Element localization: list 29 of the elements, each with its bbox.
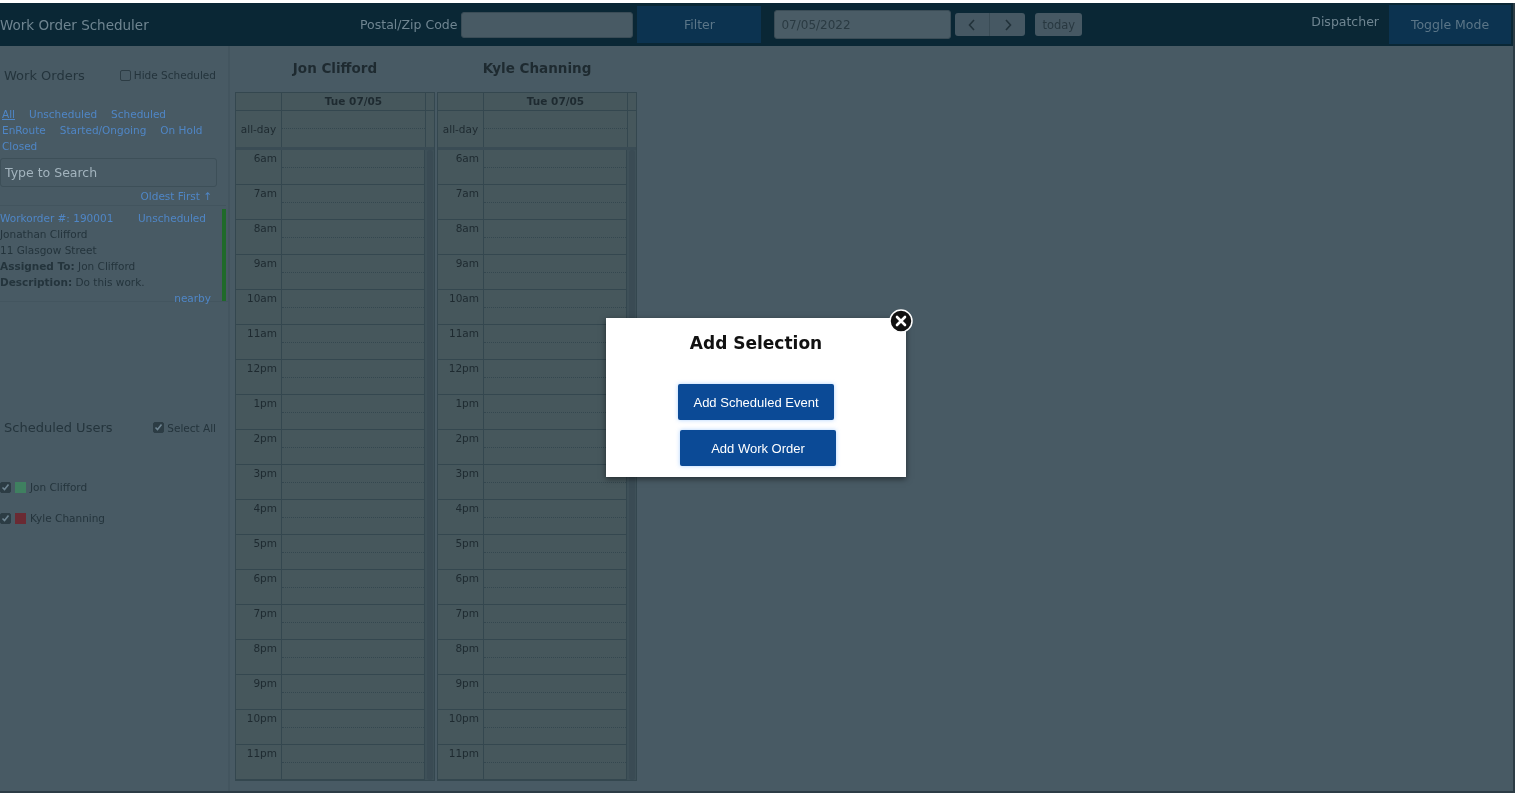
user-checkbox[interactable] <box>0 512 11 524</box>
filter-button[interactable]: Filter <box>637 6 762 43</box>
status-filter-link[interactable]: Started/Ongoing <box>59 124 147 136</box>
hide-scheduled-checkbox[interactable] <box>119 69 131 81</box>
app-title: Work Order Scheduler <box>0 16 150 33</box>
select-all-checkbox[interactable] <box>153 422 165 433</box>
toggle-mode-button[interactable]: Toggle Mode <box>1389 5 1511 44</box>
next-button[interactable] <box>990 13 1026 36</box>
status-filter-link[interactable]: Unscheduled <box>29 108 98 120</box>
user-checkbox[interactable] <box>0 481 11 493</box>
role-label: Dispatcher <box>1311 14 1379 29</box>
dialog-title: Add Selection <box>689 333 823 353</box>
status-filter-link[interactable]: Scheduled <box>111 108 166 120</box>
sort-link[interactable]: Oldest First ↑ <box>140 190 212 202</box>
dialog-button[interactable]: Add Work Order <box>680 430 836 466</box>
previous-button[interactable] <box>955 13 991 36</box>
status-filter-link[interactable]: EnRoute <box>2 124 46 136</box>
status-filter-link[interactable]: All <box>2 108 16 120</box>
dialog-button[interactable]: Add Scheduled Event <box>678 384 834 420</box>
chevron-right-icon <box>1003 18 1012 31</box>
close-icon[interactable] <box>889 309 913 333</box>
work-order-number: Workorder #: 190001 <box>0 211 114 226</box>
search-field[interactable]: Type to Search <box>0 158 217 187</box>
status-label: Unscheduled <box>137 211 206 226</box>
postal-code-field[interactable] <box>461 11 634 38</box>
status-filter-link[interactable]: Closed <box>2 140 38 152</box>
postal-code-label: Postal/Zip Code <box>360 17 458 32</box>
chevron-left-icon <box>968 18 977 31</box>
status-filter-link[interactable]: On Hold <box>160 124 203 136</box>
